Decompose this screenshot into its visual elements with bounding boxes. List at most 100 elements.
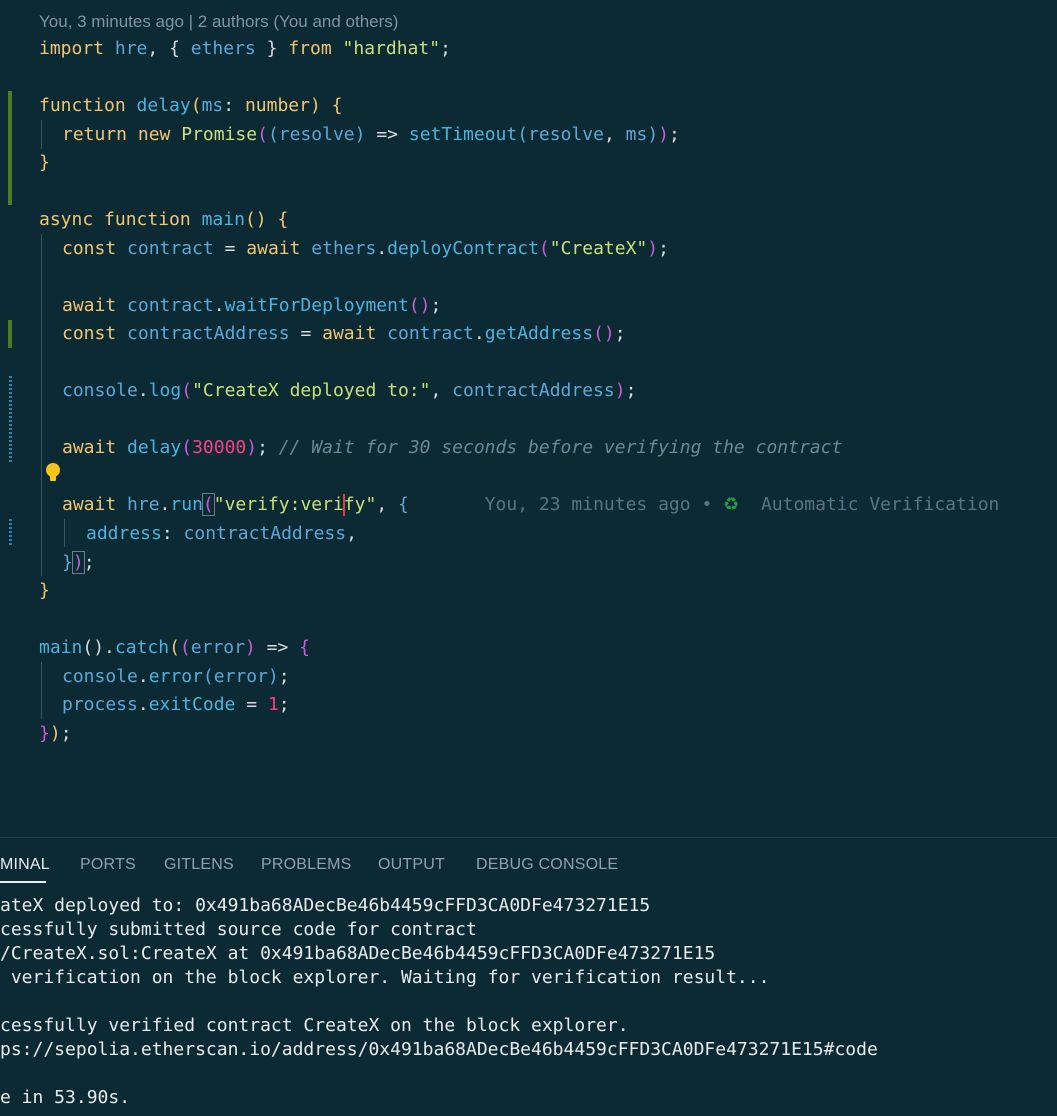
code-line[interactable]: const contract = await ethers.deployCont… xyxy=(62,234,669,263)
token: = xyxy=(300,323,312,344)
token: ) xyxy=(246,437,258,458)
codelens-blame[interactable]: You, 3 minutes ago | 2 authors (You and … xyxy=(39,12,398,32)
code-line[interactable]: main().catch((error) => { xyxy=(39,633,310,662)
token: . xyxy=(137,694,149,715)
token: . xyxy=(137,380,149,401)
token: contract xyxy=(127,238,214,259)
token: . xyxy=(473,323,485,344)
tab-debug-console[interactable]: DEBUG CONSOLE xyxy=(476,856,618,874)
token: error xyxy=(148,666,203,687)
code-line[interactable]: }); xyxy=(62,548,95,577)
token: = xyxy=(224,238,236,259)
token: ( xyxy=(169,637,180,658)
bottom-panel: MINAL PORTS GITLENS PROBLEMS OUTPUT DEBU… xyxy=(0,837,1057,1116)
token: } xyxy=(39,152,50,173)
token: . xyxy=(159,494,171,515)
gutter-added-marker xyxy=(8,320,12,348)
token: } xyxy=(266,38,278,59)
token: "verify:veri xyxy=(213,494,344,515)
token: ms xyxy=(625,124,648,145)
token: : xyxy=(223,95,245,116)
token: 30000 xyxy=(192,437,247,458)
inline-blame[interactable]: You, 23 minutes ago • xyxy=(485,494,723,515)
token: => xyxy=(266,637,289,658)
gutter-modified-marker xyxy=(9,376,12,462)
code-line[interactable]: console.error(error); xyxy=(62,662,290,691)
token: ; xyxy=(440,38,451,59)
tab-gitlens[interactable]: GITLENS xyxy=(164,856,234,874)
lightbulb-icon[interactable] xyxy=(44,463,62,483)
token: ; xyxy=(278,694,290,715)
token: ; xyxy=(278,666,290,687)
token: ( xyxy=(201,493,215,516)
terminal-line[interactable]: ps://sepolia.etherscan.io/address/0x491b… xyxy=(0,1038,878,1062)
token: ( xyxy=(202,666,214,687)
token: new xyxy=(137,124,171,145)
token: ethers xyxy=(311,238,377,259)
code-line[interactable]: function delay(ms: number) { xyxy=(39,91,343,120)
token: hre xyxy=(114,38,148,59)
code-line[interactable]: } xyxy=(39,576,50,605)
token: log xyxy=(148,380,182,401)
token: waitForDeployment xyxy=(224,295,409,316)
code-line[interactable]: import hre, { ethers } from "hardhat"; xyxy=(39,34,451,63)
code-line[interactable]: address: contractAddress, xyxy=(86,519,357,548)
token: ; xyxy=(658,238,669,259)
code-line[interactable]: await delay(30000); // Wait for 30 secon… xyxy=(62,433,842,462)
token: = xyxy=(246,694,258,715)
token: await xyxy=(322,323,377,344)
code-line[interactable]: await contract.waitForDeployment(); xyxy=(62,291,441,320)
code-line[interactable]: await hre.run("verify:verify", { You, 23… xyxy=(62,490,999,519)
terminal-line: verification on the block explorer. Wait… xyxy=(0,967,770,988)
code-line[interactable]: const contractAddress = await contract.g… xyxy=(62,319,626,348)
indent-guide xyxy=(41,234,42,576)
token: ; xyxy=(257,437,268,458)
token: contractAddress xyxy=(452,380,615,401)
token: () xyxy=(82,637,105,658)
code-line[interactable]: } xyxy=(39,148,50,177)
token: { xyxy=(299,637,311,658)
code-editor[interactable]: You, 3 minutes ago | 2 authors (You and … xyxy=(0,0,1057,837)
token: ) xyxy=(647,124,659,145)
token: error xyxy=(190,637,245,658)
token: ) xyxy=(614,380,626,401)
token: main xyxy=(39,637,83,658)
token: ) xyxy=(309,95,321,116)
token: getAddress xyxy=(484,323,594,344)
token: ; xyxy=(625,380,637,401)
token: , xyxy=(346,523,357,544)
code-line[interactable]: console.log("CreateX deployed to:", cont… xyxy=(62,376,636,405)
token: async xyxy=(39,209,94,230)
token: function xyxy=(104,209,191,230)
code-line[interactable]: }); xyxy=(39,719,72,748)
token: ( xyxy=(517,124,529,145)
token: "hardhat" xyxy=(342,38,441,59)
tab-problems[interactable]: PROBLEMS xyxy=(261,856,352,874)
token: { xyxy=(398,494,409,515)
token: return xyxy=(62,124,128,145)
token: ms xyxy=(201,95,224,116)
token: . xyxy=(376,238,388,259)
token: . xyxy=(104,637,115,658)
token: ( xyxy=(267,124,279,145)
tab-output[interactable]: OUTPUT xyxy=(378,856,445,874)
code-line[interactable]: return new Promise((resolve) => setTimeo… xyxy=(62,120,680,149)
code-line[interactable]: process.exitCode = 1; xyxy=(62,690,290,719)
token: // Wait for 30 seconds before verifying … xyxy=(278,437,843,458)
token: Promise xyxy=(181,124,258,145)
code-line[interactable]: async function main() { xyxy=(39,205,288,234)
token: catch xyxy=(114,637,170,658)
token: contract xyxy=(387,323,474,344)
tab-ports[interactable]: PORTS xyxy=(80,856,136,874)
token: fy" xyxy=(343,494,377,515)
token: "CreateX" xyxy=(549,238,648,259)
tab-terminal[interactable]: MINAL xyxy=(0,856,50,874)
token: ( xyxy=(190,95,202,116)
token: ; xyxy=(614,323,626,344)
token: number xyxy=(244,95,310,116)
token: () xyxy=(244,209,267,230)
token: "CreateX deployed to:" xyxy=(192,380,431,401)
token: ) xyxy=(354,124,366,145)
inline-blame-message[interactable]: Automatic Verification xyxy=(761,494,999,515)
token: } xyxy=(62,552,73,573)
